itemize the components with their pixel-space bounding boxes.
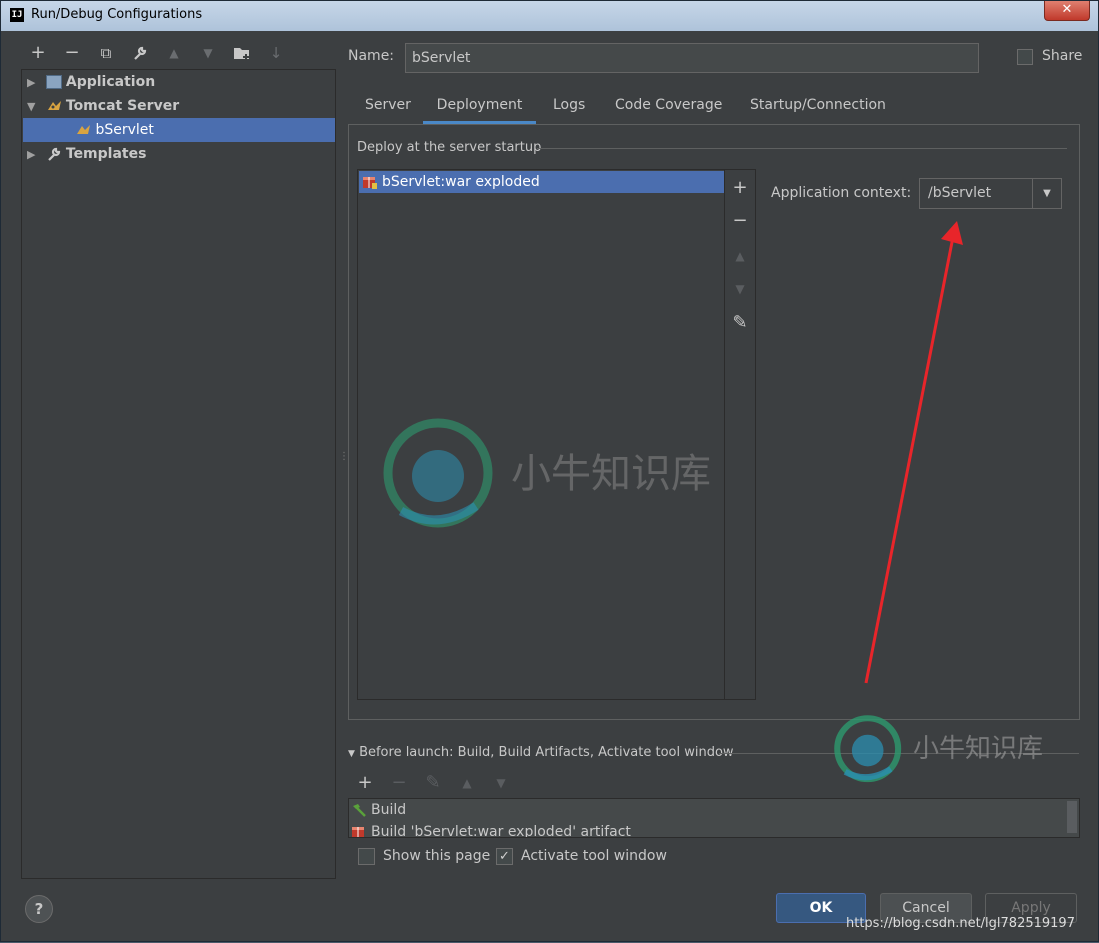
before-launch-label[interactable]: ▼ Before launch: Build, Build Artifacts,… xyxy=(348,745,734,760)
watermark-logo xyxy=(834,715,902,783)
help-button[interactable]: ? xyxy=(25,895,53,923)
move-up-icon[interactable]: ▲ xyxy=(456,776,478,790)
show-page-label: Show this page xyxy=(383,848,491,864)
list-item-label: Build 'bServlet:war exploded' artifact xyxy=(371,824,631,838)
watermark-text: 小牛知识库 xyxy=(511,451,711,497)
list-item[interactable]: Build 'bServlet:war exploded' artifact xyxy=(349,822,1067,838)
remove-icon[interactable]: − xyxy=(388,772,410,793)
edit-icon[interactable]: ✎ xyxy=(422,772,444,793)
hammer-icon xyxy=(351,802,367,818)
watermark-url: https://blog.csdn.net/lgl782519197 xyxy=(846,916,1075,931)
show-page-checkbox[interactable] xyxy=(358,848,375,865)
move-down-icon[interactable]: ▼ xyxy=(490,776,512,790)
collapse-arrow-icon[interactable]: ▼ xyxy=(348,749,355,759)
watermark-text: 小牛知识库 xyxy=(913,734,1044,764)
before-launch-text: Before launch: Build, Build Artifacts, A… xyxy=(359,745,734,760)
list-item-label: Build xyxy=(371,802,407,818)
scrollbar[interactable] xyxy=(1067,801,1077,833)
activate-tool-checkbox[interactable]: ✓ xyxy=(496,848,513,865)
artifact-icon xyxy=(351,824,367,837)
run-debug-dialog: IJ Run/Debug Configurations ✕ + − ⧉ ▲ ▼ … xyxy=(0,0,1099,942)
add-icon[interactable]: + xyxy=(354,772,376,793)
watermark-logo xyxy=(383,418,493,528)
activate-tool-label: Activate tool window xyxy=(521,848,667,864)
before-launch-list[interactable]: Build Build 'bServlet:war exploded' arti… xyxy=(348,798,1080,838)
list-item[interactable]: Build xyxy=(349,800,1067,820)
